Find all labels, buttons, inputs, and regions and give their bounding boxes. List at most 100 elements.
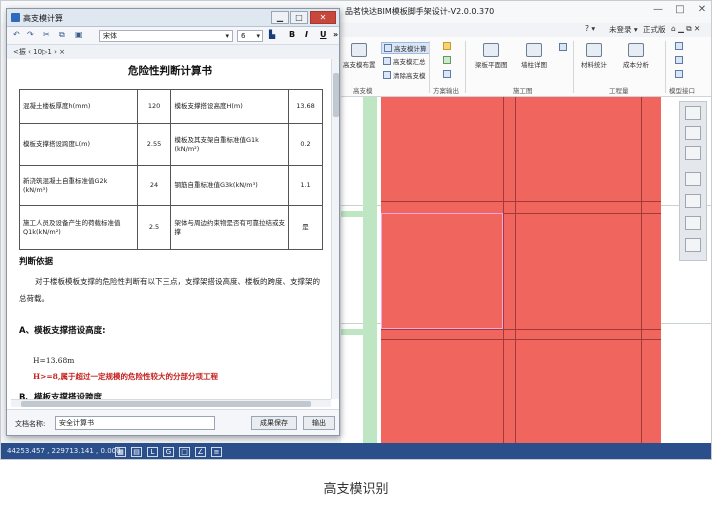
view-front-icon[interactable] — [685, 126, 701, 140]
beam-edge-line — [641, 97, 642, 443]
snap-toggle-icon[interactable]: ▦ — [115, 447, 126, 457]
cursor-coordinates: 44253.457 , 229713.141 , 0.000 — [7, 447, 121, 455]
save-results-button[interactable]: 成果保存 — [251, 416, 297, 430]
ribbon-toolbar: 高支模布置 高支模计算 高支模汇总 清除高支模 梁板平面图 墙柱详图 材料统计 … — [341, 37, 711, 97]
table-label-cell: 钢筋自重标准值G3k(kN/m³) — [170, 165, 290, 206]
height-warning: H>=8,属于超过一定规模的危险性较大的分部分项工程 — [33, 372, 218, 381]
table-label-cell: 模板及其支架自重标准值G1k (kN/m²) — [170, 123, 290, 166]
horizontal-scroll-thumb[interactable] — [21, 401, 311, 407]
group-separator — [573, 41, 574, 93]
wall-column-detail-button[interactable]: 墙柱详图 — [521, 43, 547, 69]
green-beam — [341, 211, 363, 217]
table-label-cell: 模板支撑搭设高度H(m) — [170, 89, 290, 124]
paste-icon[interactable]: ▣ — [75, 30, 83, 39]
report-document[interactable]: 危险性判断计算书 混凝土楼板厚度h(mm) 120 模板支撑搭设高度H(m) 13.6… — [11, 59, 329, 399]
plan-output-icon-2[interactable] — [443, 56, 453, 65]
high-formwork-layout-button[interactable]: 高支模布置 — [343, 43, 376, 69]
horizontal-scrollbar[interactable] — [11, 399, 331, 407]
app-menubar: ? ▾ 未登录 ▾ 正式版 ⌂ ▁ ⧉ ✕ — [341, 23, 711, 37]
group-label-quantity: 工程量 — [609, 87, 629, 95]
edition-label[interactable]: 正式版 — [643, 24, 666, 35]
close-app-button[interactable]: ✕ — [695, 4, 709, 15]
group-label-model-interface: 模型接口 — [669, 87, 695, 95]
basis-heading: 判断依据 — [19, 257, 54, 267]
bold-button[interactable]: B — [289, 30, 295, 39]
font-family-select[interactable]: 宋体 ▾ — [99, 30, 233, 42]
window-mini-icons[interactable]: ⌂ ▁ ⧉ ✕ — [671, 24, 700, 34]
dialog-minimize-button[interactable]: ▁ — [271, 11, 289, 24]
dialog-titlebar: 高支模计算 ▁ □ ✕ — [7, 9, 339, 27]
selected-slab-outline[interactable] — [381, 213, 503, 329]
basis-paragraph: 对于楼板模板支撑的危险性判断有以下三点，支撑架搭设高度、楼板的跨度、支撑架的总荷… — [19, 277, 320, 303]
minimize-button[interactable]: — — [651, 4, 665, 15]
group-label-plan-output: 方案输出 — [433, 87, 459, 95]
drawing-canvas[interactable] — [341, 97, 711, 443]
export-button[interactable]: 输出 — [303, 416, 335, 430]
plan-output-icon-3[interactable] — [443, 70, 453, 79]
app-logo-icon — [11, 13, 20, 22]
login-menu[interactable]: 未登录 ▾ — [609, 24, 638, 35]
high-formwork-summary-button[interactable]: 高支模汇总 — [383, 56, 426, 66]
view-top-icon[interactable] — [685, 106, 701, 120]
dialog-footer: 文档名称: 成果保存 输出 — [7, 409, 339, 435]
figure-caption: 高支模识别 — [323, 482, 389, 497]
plan-output-icon-1[interactable] — [443, 42, 453, 51]
drawing-extra-icon[interactable] — [559, 43, 569, 52]
screenshot-stage: 品茗快达BIM模板脚手架设计-V2.0.0.370 — □ ✕ ? ▾ 未登录 … — [0, 0, 712, 517]
object-snap-toggle-icon[interactable]: □ — [179, 447, 190, 457]
high-formwork-layout-icon — [351, 43, 368, 57]
help-menu[interactable]: ? ▾ — [585, 24, 595, 33]
clear-high-formwork-button[interactable]: 清除高支模 — [383, 70, 426, 80]
grid-icon[interactable] — [685, 238, 701, 252]
detail-drawing-icon — [526, 43, 542, 57]
table-label-cell: 架体与周边约束物是否有可靠拉结或支撑 — [170, 205, 290, 250]
beam-slab-plan-button[interactable]: 梁板平面图 — [475, 43, 508, 69]
vertical-scrollbar[interactable] — [331, 59, 339, 399]
table-label-cell: 新浇筑混凝土自重标准值G2k (kN/m³) — [19, 165, 138, 206]
model-interface-icon-3[interactable] — [675, 70, 685, 79]
ortho-toggle-icon[interactable]: L — [147, 447, 158, 457]
table-label-cell: 混凝土楼板厚度h(mm) — [19, 89, 138, 124]
document-tabs: <振 ‹ 10▷1 › × — [7, 45, 339, 59]
undo-icon[interactable]: ↶ — [13, 30, 20, 39]
plan-drawing-icon — [483, 43, 500, 57]
table-label-cell: 模板支撑搭设跨度L(m) — [19, 123, 138, 166]
tab-navigator[interactable]: <振 ‹ 10▷1 › × — [13, 47, 65, 57]
view-side-icon[interactable] — [685, 146, 701, 160]
dialog-close-button[interactable]: ✕ — [310, 11, 336, 24]
table-value-cell: 13.68 — [288, 89, 323, 124]
beam-edge-line — [381, 201, 661, 202]
high-formwork-calc-button[interactable]: 高支模计算 — [381, 42, 430, 54]
redo-icon[interactable]: ↷ — [27, 30, 34, 39]
filter-icon[interactable] — [685, 194, 701, 208]
lineweight-toggle-icon[interactable]: ≡ — [211, 447, 222, 457]
polar-toggle-icon[interactable]: G — [163, 447, 174, 457]
document-title: 危险性判断计算书 — [128, 65, 212, 77]
cost-analysis-button[interactable]: 成本分析 — [623, 43, 649, 69]
calc-icon — [384, 44, 392, 52]
maximize-button[interactable]: □ — [673, 4, 687, 15]
model-interface-icon-2[interactable] — [675, 56, 685, 65]
vertical-scroll-thumb[interactable] — [333, 73, 339, 117]
dialog-maximize-button[interactable]: □ — [290, 11, 308, 24]
view-3d-icon[interactable] — [685, 172, 701, 186]
grid-toggle-icon[interactable]: ▤ — [131, 447, 142, 457]
document-name-input[interactable] — [55, 416, 215, 430]
font-size-select[interactable]: 6 ▾ — [237, 30, 263, 42]
cost-analysis-icon — [628, 43, 644, 57]
copy-icon[interactable]: ⧉ — [59, 30, 65, 40]
underline-button[interactable]: U — [320, 30, 327, 39]
material-statistics-button[interactable]: 材料统计 — [581, 43, 607, 69]
more-tools-button[interactable]: » — [333, 30, 338, 39]
italic-button[interactable]: I — [305, 30, 308, 39]
layer-icon[interactable] — [685, 216, 701, 230]
model-interface-icon-1[interactable] — [675, 42, 685, 51]
cut-icon[interactable]: ✂ — [43, 30, 50, 39]
angle-toggle-icon[interactable]: ∠ — [195, 447, 206, 457]
group-label-construction-drawing: 施工图 — [513, 87, 533, 95]
green-beam — [341, 329, 363, 335]
beam-edge-line — [381, 339, 661, 340]
table-value-cell: 24 — [136, 165, 172, 206]
font-color-icon[interactable]: ▙ — [269, 30, 275, 39]
table-value-cell: 是 — [288, 205, 323, 250]
